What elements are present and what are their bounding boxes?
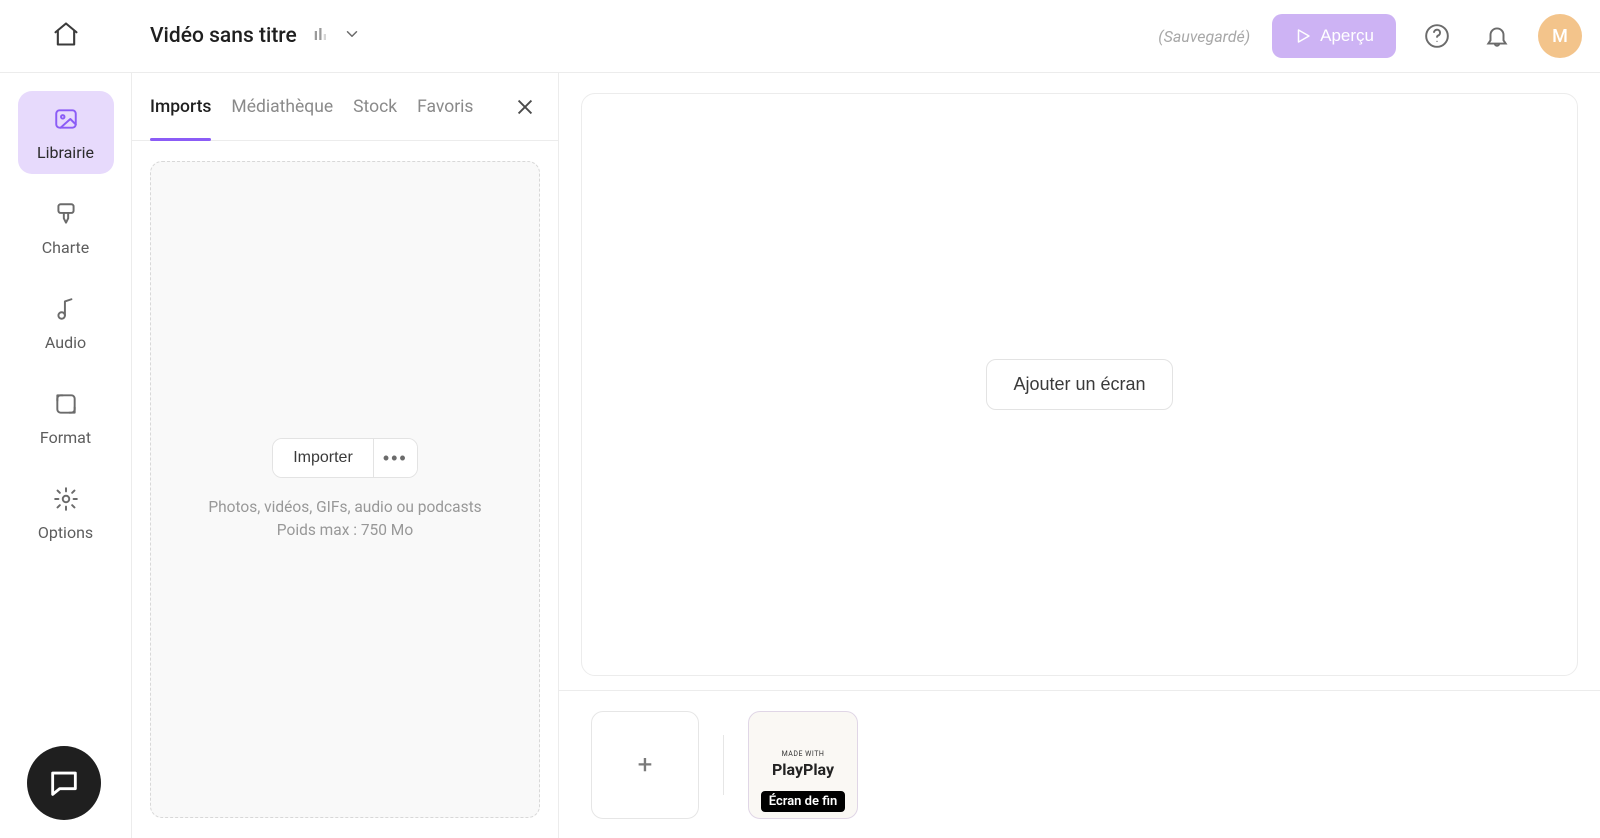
header-right: (Sauvegardé) Aperçu M <box>1158 14 1582 58</box>
right-area: Ajouter un écran + MADE WITH PlayPlay Éc… <box>559 73 1600 838</box>
tab-stock[interactable]: Stock <box>353 73 397 140</box>
close-icon[interactable] <box>510 92 540 122</box>
gear-icon <box>52 485 80 513</box>
tab-favoris[interactable]: Favoris <box>417 73 473 140</box>
header-home-area <box>0 0 132 72</box>
sidebar-item-label: Audio <box>45 333 86 352</box>
canvas: Ajouter un écran <box>581 93 1578 676</box>
avatar[interactable]: M <box>1538 14 1582 58</box>
sidebar-item-audio[interactable]: Audio <box>18 281 114 364</box>
project-title[interactable]: Vidéo sans titre <box>150 24 297 48</box>
dots-icon: ••• <box>383 448 408 469</box>
sidebar-item-label: Librairie <box>37 143 94 162</box>
panel-tabs: Imports Médiathèque Stock Favoris <box>132 73 558 141</box>
sidebar-item-librairie[interactable]: Librairie <box>18 91 114 174</box>
header-bar: Vidéo sans titre (Sauvegardé) Aperçu M <box>0 0 1600 73</box>
brush-icon <box>52 200 80 228</box>
add-screen-button[interactable]: Ajouter un écran <box>986 359 1172 410</box>
sidebar-item-format[interactable]: Format <box>18 376 114 459</box>
home-icon[interactable] <box>52 20 80 52</box>
saved-status: (Sauvegardé) <box>1158 27 1250 46</box>
chat-launcher[interactable] <box>27 746 101 820</box>
music-icon <box>52 295 80 323</box>
plus-icon: + <box>638 750 653 780</box>
import-more-button[interactable]: ••• <box>373 439 417 477</box>
image-icon <box>52 105 80 133</box>
timeline-add-slide[interactable]: + <box>591 711 699 819</box>
sidebar-item-charte[interactable]: Charte <box>18 186 114 269</box>
sidebar-item-label: Format <box>40 428 91 447</box>
avatar-initial: M <box>1552 26 1568 47</box>
sidebar-item-options[interactable]: Options <box>18 471 114 554</box>
sidebar-item-label: Charte <box>42 238 89 257</box>
dropzone-wrap: Importer ••• Photos, vidéos, GIFs, audio… <box>132 141 558 838</box>
tab-imports[interactable]: Imports <box>150 73 211 140</box>
sidebar-item-label: Options <box>38 523 93 542</box>
help-icon[interactable] <box>1418 17 1456 55</box>
canvas-outer: Ajouter un écran <box>559 73 1600 690</box>
preview-button[interactable]: Aperçu <box>1272 14 1396 58</box>
body: Librairie Charte Audio Format Options <box>0 73 1600 838</box>
end-slide-brand: PlayPlay <box>772 760 834 779</box>
timeline-end-slide[interactable]: MADE WITH PlayPlay Écran de fin <box>748 711 858 819</box>
import-dropzone[interactable]: Importer ••• Photos, vidéos, GIFs, audio… <box>150 161 540 818</box>
header-title-area: Vidéo sans titre <box>132 24 1158 48</box>
timeline-divider <box>723 735 724 795</box>
import-button-group: Importer ••• <box>272 438 418 478</box>
drop-hint: Photos, vidéos, GIFs, audio ou podcasts … <box>208 496 481 541</box>
library-panel: Imports Médiathèque Stock Favoris Import… <box>132 73 559 838</box>
preview-button-label: Aperçu <box>1320 26 1374 46</box>
end-slide-label: Écran de fin <box>761 791 846 812</box>
import-button[interactable]: Importer <box>273 439 373 477</box>
tab-mediatheque[interactable]: Médiathèque <box>231 73 333 140</box>
drop-hint-line1: Photos, vidéos, GIFs, audio ou podcasts <box>208 496 481 518</box>
bell-icon[interactable] <box>1478 17 1516 55</box>
left-rail: Librairie Charte Audio Format Options <box>0 73 132 838</box>
chevron-down-icon[interactable] <box>343 25 361 47</box>
end-slide-madewith: MADE WITH <box>782 750 825 758</box>
drop-hint-line2: Poids max : 750 Mo <box>208 519 481 541</box>
bars-icon[interactable] <box>311 25 329 47</box>
timeline: + MADE WITH PlayPlay Écran de fin <box>559 690 1600 838</box>
crop-icon <box>52 390 80 418</box>
